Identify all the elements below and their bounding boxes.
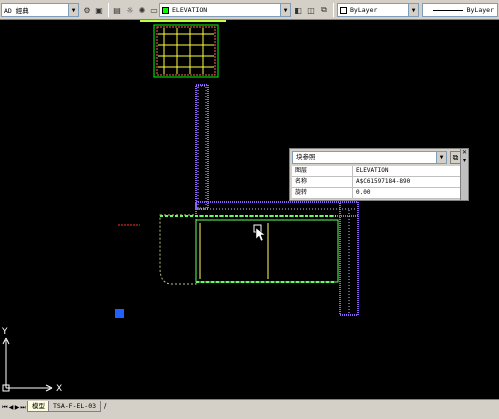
drawing-canvas[interactable]: Y X 块参照 ▼ ⧉ ✕ ▾ 图层 ELEVATION 名称 A$C61597… xyxy=(0,20,499,399)
property-label: 旋转 xyxy=(292,188,352,198)
property-row[interactable]: 旋转 0.00 xyxy=(292,188,460,199)
lightbulb-icon[interactable]: ☼ xyxy=(124,3,136,17)
property-value[interactable]: A$C61597184-890 xyxy=(352,177,460,187)
linetype-dropdown[interactable]: ByLayer xyxy=(422,3,498,17)
make-current-icon[interactable]: ◧ xyxy=(292,3,304,17)
object-type-dropdown[interactable]: 块参照 ▼ xyxy=(292,151,447,164)
drawing-area: Y X xyxy=(1,20,359,394)
tab-nav-last-icon[interactable]: ⏭ xyxy=(20,403,26,412)
property-row[interactable]: 图层 ELEVATION xyxy=(292,166,460,177)
sun-icon[interactable]: ✺ xyxy=(136,3,148,17)
toolbar-separator xyxy=(333,3,334,17)
workspace-label: AD 經典 xyxy=(4,7,29,15)
dropdown-arrow-icon[interactable]: ▼ xyxy=(68,4,78,16)
property-value[interactable]: ELEVATION xyxy=(352,166,460,176)
toolbar-separator xyxy=(108,3,109,17)
close-icon[interactable]: ✕ xyxy=(461,149,468,157)
vertical-duct[interactable] xyxy=(195,84,209,210)
ucs-icon: Y X xyxy=(1,327,62,394)
dropdown-arrow-icon[interactable]: ▼ xyxy=(280,4,290,16)
tab-layout-tsa-f-el-03[interactable]: TSA-F-EL-03 xyxy=(48,401,102,412)
properties-toolbar: AD 經典 ▼ ⚙ ▣ ▤ ☼ ✺ ▭ ■ ELEVATION ▼ ◧ ◫ ⧉ … xyxy=(0,0,499,20)
linetype-preview xyxy=(432,9,463,11)
workspace-settings-icon[interactable]: ⚙ xyxy=(81,3,93,17)
ucs-x-label: X xyxy=(56,384,62,394)
elevation-block-top[interactable] xyxy=(140,20,226,78)
layer-name: ELEVATION xyxy=(172,6,208,14)
customize-icon[interactable]: ▣ xyxy=(93,3,105,17)
dropdown-arrow-icon[interactable]: ▼ xyxy=(436,152,446,163)
color-swatch xyxy=(340,6,347,14)
color-value: ByLayer xyxy=(350,6,378,14)
layer-color-swatch xyxy=(162,6,169,14)
property-rows: 图层 ELEVATION 名称 A$C61597184-890 旋转 0.00 xyxy=(292,166,460,199)
dropdown-arrow-icon[interactable]: ▼ xyxy=(408,4,418,16)
panel-side-bar: ✕ ▾ xyxy=(460,149,468,200)
panel-options-icon[interactable]: ▾ xyxy=(461,157,468,165)
tab-separator: / xyxy=(104,402,107,410)
layer-dropdown[interactable]: ELEVATION ▼ xyxy=(159,3,291,17)
property-label: 图层 xyxy=(292,166,352,176)
quick-properties-panel: 块参照 ▼ ⧉ ✕ ▾ 图层 ELEVATION 名称 A$C61597184-… xyxy=(289,148,469,201)
horizontal-duct[interactable] xyxy=(195,201,359,316)
layout-tabs-bar: ⏮ ◀ ▶ ⏭ 模型 TSA-F-EL-03 / xyxy=(0,399,499,419)
tab-model[interactable]: 模型 xyxy=(27,401,50,412)
property-value[interactable]: 0.00 xyxy=(352,188,460,198)
workspace-dropdown[interactable]: AD 經典 ▼ xyxy=(1,3,79,17)
object-type-label: 块参照 xyxy=(296,153,316,161)
property-label: 名称 xyxy=(292,177,352,187)
color-dropdown[interactable]: ByLayer ▼ xyxy=(337,3,419,17)
layer-previous-icon[interactable]: ◫ xyxy=(305,3,317,17)
linetype-value: ByLayer xyxy=(466,6,494,14)
lower-room-block[interactable] xyxy=(159,214,339,285)
ucs-y-label: Y xyxy=(1,327,8,337)
layer-properties-icon[interactable]: ▤ xyxy=(111,3,123,17)
quick-select-icon[interactable]: ⧉ xyxy=(318,3,330,17)
property-row[interactable]: 名称 A$C61597184-890 xyxy=(292,177,460,188)
blue-marker[interactable] xyxy=(115,309,124,318)
